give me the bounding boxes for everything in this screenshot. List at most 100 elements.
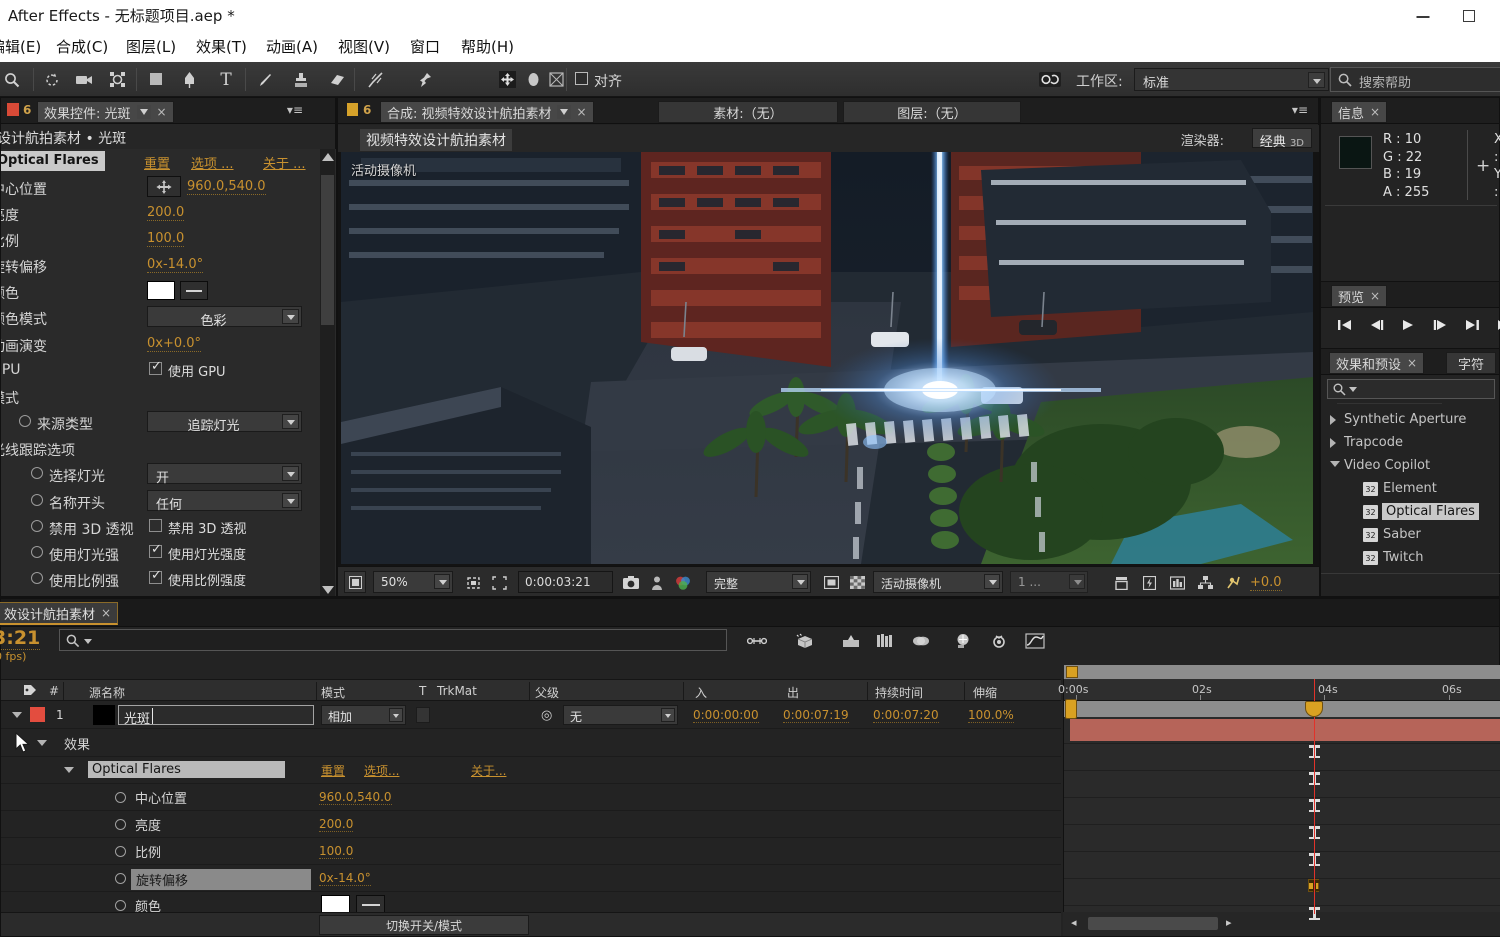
stopwatch-icon[interactable] (115, 792, 126, 803)
minimize-button[interactable] (1400, 0, 1446, 32)
brush-tool-icon[interactable] (252, 66, 280, 93)
timeline-ruler[interactable]: 0:00s 02s 04s 06s (1064, 679, 1500, 701)
sourcetype-select[interactable]: 追踪灯光 (147, 411, 302, 432)
toggle-mask-icon[interactable] (820, 572, 842, 593)
stopwatch-icon[interactable] (31, 520, 43, 532)
search-help-input[interactable]: 搜索帮助 (1330, 67, 1500, 92)
work-area-bar[interactable] (1064, 665, 1500, 679)
blur-icon[interactable] (909, 629, 933, 653)
tab-timeline-comp[interactable]: 效设计航拍素材 × (0, 602, 118, 625)
exposure-reset-icon[interactable] (1222, 572, 1244, 593)
tab-info[interactable]: 信息 × (1331, 101, 1387, 123)
disable3d-checkbox[interactable] (149, 519, 162, 532)
close-icon[interactable]: × (157, 105, 167, 119)
snapshot-camera-icon[interactable] (620, 572, 642, 593)
layer-name-input[interactable]: 光斑 (118, 705, 314, 725)
parent-pickwhip-icon[interactable]: ◎ (541, 708, 552, 723)
scroll-up-icon[interactable] (322, 153, 334, 161)
stopwatch-icon[interactable] (19, 415, 31, 427)
timeline-search-input[interactable] (59, 629, 727, 651)
menu-item-layer[interactable]: 图层(L) (126, 36, 176, 57)
close-icon[interactable]: × (1407, 356, 1417, 370)
chevron-down-icon[interactable] (389, 708, 403, 722)
list-item-trapcode[interactable]: Trapcode (1321, 432, 1500, 455)
list-item-twitch[interactable]: 32 Twitch (1321, 547, 1500, 570)
panel-divider-horizontal[interactable] (0, 596, 1500, 598)
chevron-right-icon[interactable] (1330, 415, 1336, 425)
tab-composition[interactable]: 合成: 视频特效设计航拍素材 × (380, 101, 594, 123)
link-icon[interactable] (745, 629, 769, 653)
prop-value-brightness[interactable]: 200.0 (319, 817, 353, 832)
eraser-tool-icon[interactable] (322, 66, 350, 93)
chevron-down-icon[interactable] (1330, 461, 1340, 467)
panel-menu-icon[interactable]: ▾≡ (1292, 103, 1308, 117)
table-row-effects-group[interactable]: 效果 (1, 729, 1061, 756)
list-item-synthetic-aperture[interactable]: Synthetic Aperture (1321, 409, 1500, 432)
chevron-down-icon[interactable] (282, 309, 299, 324)
uselight-checkbox[interactable] (149, 545, 162, 558)
about-link[interactable]: 关于 ... (263, 153, 306, 172)
show-snapshot-icon[interactable] (646, 572, 668, 593)
tab-layer[interactable]: 图层:（无） (843, 101, 1021, 123)
lock-icon[interactable]: 6 (23, 103, 31, 117)
chevron-down-icon[interactable] (282, 414, 299, 429)
selectlight-select[interactable]: 开 (147, 463, 302, 484)
list-item-video-copilot[interactable]: Video Copilot (1321, 455, 1500, 478)
zoom-out-icon[interactable]: ◂ (1071, 916, 1077, 929)
maximize-button[interactable] (1446, 0, 1492, 32)
prop-value-scale[interactable]: 100.0 (319, 844, 353, 859)
timeline-about-link[interactable]: 关于... (471, 762, 506, 779)
menu-item-help[interactable]: 帮助(H) (461, 36, 514, 57)
region-of-interest-icon[interactable] (462, 572, 484, 593)
chevron-down-icon[interactable] (792, 574, 808, 589)
menu-item-animation[interactable]: 动画(A) (266, 36, 318, 57)
stopwatch-icon[interactable] (115, 846, 126, 857)
blend-mode-select[interactable]: 相加 (321, 705, 406, 725)
close-icon[interactable]: × (1370, 289, 1380, 303)
tab-character[interactable]: 字符 (1446, 352, 1496, 374)
light-icon[interactable] (951, 629, 975, 653)
layer-duration-bar[interactable] (1070, 719, 1500, 741)
chevron-down-icon[interactable] (984, 574, 1000, 589)
stopwatch-icon[interactable] (31, 467, 43, 479)
usescale-checkbox[interactable] (149, 571, 162, 584)
table-row-prop-center[interactable]: 中心位置 960.0,540.0 (1, 784, 1061, 810)
stopwatch-icon[interactable] (115, 873, 126, 884)
stopwatch-icon[interactable] (115, 819, 126, 830)
tab-preview[interactable]: 预览 × (1331, 285, 1387, 307)
menu-item-edit[interactable]: 编辑(E) (0, 36, 41, 57)
layer-duration[interactable]: 0:00:07:20 (873, 708, 939, 723)
tab-footage[interactable]: 素材:（无） (658, 101, 838, 123)
panel-divider[interactable] (1319, 97, 1320, 597)
stopwatch-icon[interactable] (31, 546, 43, 558)
zoom-select[interactable]: 50% (373, 571, 453, 593)
views-count-select[interactable]: 1 ... (1010, 571, 1088, 593)
shape-tool-icon[interactable] (142, 66, 170, 93)
workspace-reset-icon[interactable] (1036, 66, 1064, 93)
chevron-down-icon[interactable] (434, 574, 450, 589)
position-picker-button[interactable] (147, 176, 181, 197)
align-checkbox[interactable] (575, 72, 588, 85)
scrollbar-thumb[interactable] (1088, 917, 1218, 930)
loop-icon[interactable] (1489, 314, 1500, 336)
pan-behind-tool-icon[interactable] (103, 66, 131, 93)
grid-icon[interactable] (873, 629, 897, 653)
reset-link[interactable]: 重置 (144, 153, 170, 172)
next-frame-icon[interactable] (1427, 314, 1453, 336)
layer-in-point[interactable]: 0:00:00:00 (693, 708, 759, 723)
time-navigator[interactable] (1064, 701, 1500, 717)
first-frame-icon[interactable] (1331, 314, 1357, 336)
effects-search-input[interactable] (1327, 379, 1495, 399)
table-row-prop-scale[interactable]: 比例 100.0 (1, 838, 1061, 864)
pen-tool-icon[interactable] (175, 66, 203, 93)
scroll-down-icon[interactable] (322, 586, 334, 594)
effect-controls-scrollbar[interactable] (320, 149, 335, 598)
close-icon[interactable]: × (1370, 105, 1380, 119)
fast-preview-icon[interactable] (1138, 572, 1160, 593)
panel-menu-icon[interactable]: ▾≡ (287, 103, 303, 117)
tab-effects-presets[interactable]: 效果和预设 × (1329, 352, 1424, 374)
list-item-optical-flares[interactable]: 32 Optical Flares (1321, 501, 1500, 524)
color-swatch[interactable] (147, 281, 175, 300)
rotation-tool-icon[interactable] (38, 66, 66, 93)
chevron-down-icon[interactable] (84, 639, 92, 644)
